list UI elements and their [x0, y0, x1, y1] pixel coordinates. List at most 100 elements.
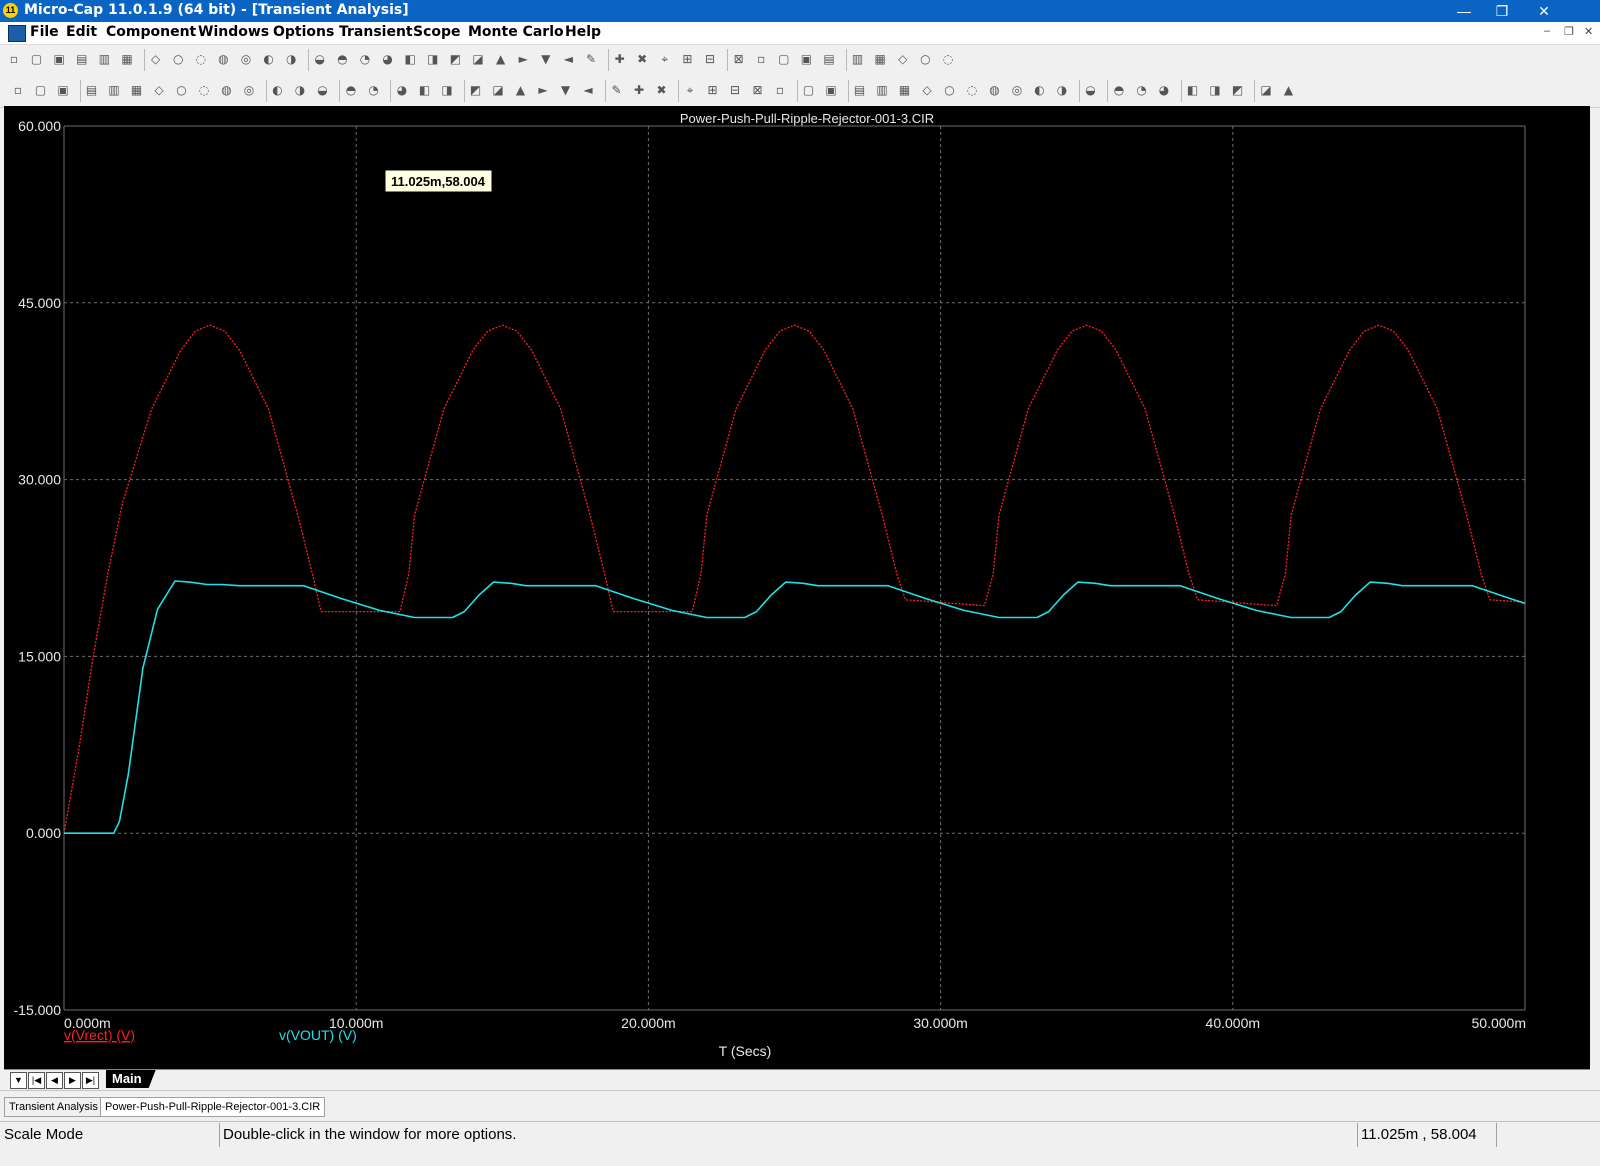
pause-icon[interactable]: ◒ [315, 82, 331, 98]
diode-icon[interactable]: ◨ [425, 51, 441, 67]
minimize-icon[interactable]: — [1444, 0, 1484, 22]
menu-monte-carlo[interactable]: Monte Carlo [468, 24, 564, 40]
current-source-icon[interactable]: ◄ [560, 51, 576, 67]
npn-icon[interactable]: ◩ [447, 51, 463, 67]
fit-icon[interactable]: ◒ [1083, 82, 1099, 98]
doc-tab-circuit[interactable]: Power-Push-Pull-Ripple-Rejector-001-3.CI… [100, 1097, 326, 1117]
delete-icon[interactable]: ◐ [261, 51, 277, 67]
cascade-icon[interactable]: ✎ [583, 51, 599, 67]
capacitor-icon[interactable]: ◔ [357, 51, 373, 67]
doc-tab-transient-analysis[interactable]: Transient Analysis [4, 1097, 103, 1117]
properties-icon[interactable]: ◌ [940, 51, 956, 67]
zoom-in-x-icon[interactable]: ✚ [631, 82, 647, 98]
hdivide-icon[interactable]: ► [535, 82, 551, 98]
source-icon[interactable]: ◓ [334, 51, 350, 67]
dropdown-icon[interactable]: ◍ [987, 82, 1003, 98]
tangent-icon[interactable]: ⊟ [727, 82, 743, 98]
import-icon[interactable]: ▣ [798, 51, 814, 67]
restore-icon[interactable]: ❐ [1482, 0, 1522, 22]
paste-icon[interactable]: ◎ [238, 51, 254, 67]
peak-icon[interactable]: ⊠ [750, 82, 766, 98]
data-points-icon[interactable]: ◐ [1032, 82, 1048, 98]
document-icon[interactable] [8, 25, 26, 42]
export-icon[interactable]: ▤ [821, 51, 837, 67]
vdivide-icon[interactable]: ▼ [558, 82, 574, 98]
micro-cap-logo-icon[interactable]: 11 [3, 3, 18, 18]
layout-icon[interactable]: ◧ [1185, 82, 1201, 98]
legend-vrect[interactable]: v(Vrect) (V) [64, 1027, 135, 1043]
ground-icon[interactable]: ◒ [312, 51, 328, 67]
tab-prev-icon[interactable]: ◀ [46, 1072, 63, 1089]
menu-component[interactable]: Component [106, 24, 196, 40]
menu-windows[interactable]: Windows [198, 24, 269, 40]
graph-icon[interactable]: ○ [917, 51, 933, 67]
battery-icon[interactable]: ◪ [470, 51, 486, 67]
copy-graph-icon[interactable]: ◪ [1258, 82, 1274, 98]
split-icon[interactable]: ⌖ [657, 51, 673, 67]
calculator-icon[interactable]: ⊟ [702, 51, 718, 67]
global-low-icon[interactable]: ▦ [897, 82, 913, 98]
menu-transient[interactable]: Transient [339, 24, 413, 40]
paste-graph-icon[interactable]: ▲ [1281, 82, 1297, 98]
mdi-restore-icon[interactable]: ❐ [1564, 25, 1574, 38]
select-all-icon[interactable]: ◑ [283, 51, 299, 67]
minor-grid-icon[interactable]: ◧ [417, 82, 433, 98]
high-icon[interactable]: ▢ [801, 82, 817, 98]
scale-x-icon[interactable]: ◓ [343, 82, 359, 98]
inductor-icon[interactable]: ◧ [402, 51, 418, 67]
mdi-close-icon[interactable]: ✕ [1584, 25, 1593, 38]
properties-icon[interactable]: ⌖ [682, 82, 698, 98]
zoom-in-icon[interactable]: ◓ [1111, 82, 1127, 98]
plot-window[interactable]: 0.000m 10.000m 20.000m 30.000m 40.000m 50.000… [4, 106, 1590, 1069]
dc-op-icon[interactable]: ▦ [872, 51, 888, 67]
undo-icon[interactable]: ◇ [148, 51, 164, 67]
tile-vertical-icon[interactable]: ✚ [612, 51, 628, 67]
mdi-minimize-icon[interactable]: – [1544, 25, 1550, 37]
ellipse-icon[interactable]: ▥ [106, 82, 122, 98]
cursor-mode-icon[interactable]: ⊞ [705, 82, 721, 98]
zoom-prev-icon[interactable]: ◕ [1156, 82, 1172, 98]
redo-icon[interactable]: ○ [170, 51, 186, 67]
shade4-icon[interactable]: ▲ [513, 82, 529, 98]
switch-icon[interactable]: ► [515, 51, 531, 67]
zoom-fit-icon[interactable]: ✎ [609, 82, 625, 98]
save-icon[interactable]: ▣ [51, 51, 67, 67]
blank-icon[interactable]: ⊠ [731, 51, 747, 67]
slope-icon[interactable]: ▤ [852, 82, 868, 98]
transformer-icon[interactable]: ▲ [493, 51, 509, 67]
shade2-icon[interactable]: ◩ [468, 82, 484, 98]
pointer-icon[interactable]: ▫ [10, 82, 26, 98]
valley-icon[interactable]: ▫ [772, 82, 788, 98]
dropdown-icon[interactable]: ▣ [55, 82, 71, 98]
tools-icon[interactable]: ◇ [895, 51, 911, 67]
close-icon[interactable]: ✕ [1524, 0, 1564, 22]
arrow-icon[interactable]: ◇ [151, 82, 167, 98]
tile-horizontal-icon[interactable]: ✖ [634, 51, 650, 67]
run-icon[interactable]: ◐ [270, 82, 286, 98]
paste-icon[interactable]: ◌ [964, 82, 980, 98]
zoom-out-icon[interactable]: ◔ [1134, 82, 1150, 98]
zoom-out-x-icon[interactable]: ✖ [654, 82, 670, 98]
tab-first-icon[interactable]: |◀ [28, 1072, 45, 1089]
rectangle-icon[interactable]: ▤ [84, 82, 100, 98]
shade-icon[interactable]: ◨ [439, 82, 455, 98]
copy-icon[interactable]: ◍ [215, 51, 231, 67]
cut-icon[interactable]: ◌ [193, 51, 209, 67]
print-preview-icon[interactable]: ▥ [96, 51, 112, 67]
page-icon[interactable]: ◎ [1009, 82, 1025, 98]
lock-icon[interactable]: ○ [942, 82, 958, 98]
menu-file[interactable]: File [30, 24, 59, 40]
probe-icon[interactable]: ▥ [850, 51, 866, 67]
menu-scope[interactable]: Scope [413, 24, 461, 40]
font-icon[interactable]: ◩ [1230, 82, 1246, 98]
globe-icon[interactable]: ▢ [776, 51, 792, 67]
tab-last-icon[interactable]: ▶| [82, 1072, 99, 1089]
resistor-icon[interactable]: ◕ [380, 51, 396, 67]
scale-y-icon[interactable]: ◔ [366, 82, 382, 98]
window-icon[interactable]: ⊞ [679, 51, 695, 67]
analysis-icon[interactable]: ▫ [753, 51, 769, 67]
legend-vout[interactable]: v(VOUT) (V) [279, 1027, 357, 1043]
global-high-icon[interactable]: ▥ [874, 82, 890, 98]
inflection-icon[interactable]: ◇ [919, 82, 935, 98]
stop-icon[interactable]: ◑ [292, 82, 308, 98]
